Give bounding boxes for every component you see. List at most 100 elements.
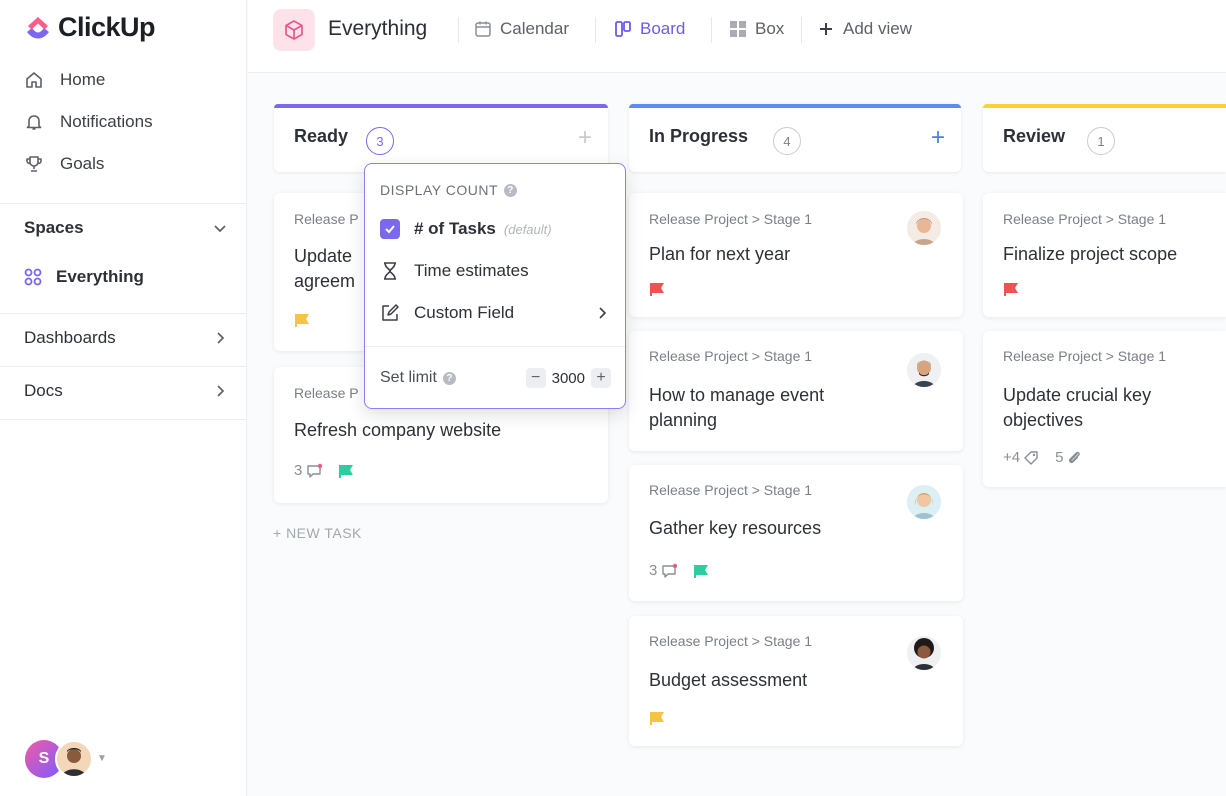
sidebar-divider: [0, 203, 247, 204]
priority-flag-icon[interactable]: [649, 711, 665, 725]
tab-calendar[interactable]: Calendar: [474, 19, 569, 39]
new-task-button[interactable]: + NEW TASK: [273, 525, 362, 541]
sidebar-item-goals[interactable]: Goals: [24, 154, 104, 174]
assignee-avatar[interactable]: [907, 485, 941, 519]
attachment-count-value: 5: [1055, 449, 1064, 466]
task-breadcrumb: Release Project > Stage 1: [649, 348, 813, 364]
priority-flag-icon[interactable]: [338, 464, 354, 478]
sidebar-item-docs[interactable]: Docs: [24, 381, 228, 401]
task-card[interactable]: Release Project > Stage 1 Budget assessm…: [629, 616, 963, 746]
assignee-avatar[interactable]: [907, 353, 941, 387]
sidebar-item-label: Notifications: [60, 112, 153, 131]
sidebar-item-notifications[interactable]: Notifications: [24, 112, 153, 132]
task-title-line: Update: [294, 246, 353, 266]
comment-count[interactable]: 3: [649, 562, 678, 579]
attachment-count[interactable]: 5: [1055, 449, 1082, 466]
sidebar: ClickUp Home Notifications Goals Spaces …: [0, 0, 247, 796]
task-card[interactable]: Release Project > Stage 1 How to manage …: [629, 331, 963, 451]
task-breadcrumb: Release Project > Stage 1: [1003, 211, 1167, 227]
page-title: Everything: [328, 17, 428, 40]
assignee-avatar[interactable]: [907, 636, 941, 670]
toolbar-divider: [595, 17, 596, 43]
hourglass-icon: [384, 262, 396, 280]
limit-value[interactable]: 3000: [552, 370, 585, 387]
assignee-avatar[interactable]: [907, 211, 941, 245]
teammate-avatar[interactable]: [55, 740, 93, 778]
task-card[interactable]: Release Project > Stage 1 Update crucial…: [983, 331, 1226, 487]
popup-header: DISPLAY COUNT ?: [380, 182, 518, 198]
checkbox-checked[interactable]: [380, 219, 400, 239]
plus-icon: [820, 23, 832, 35]
help-icon[interactable]: ?: [442, 371, 456, 385]
edit-icon: [382, 304, 399, 321]
decrement-button[interactable]: −: [525, 368, 546, 388]
column-color-bar: [629, 104, 961, 108]
task-title-line: How to manage event: [649, 385, 825, 405]
priority-flag-icon[interactable]: [693, 564, 709, 578]
add-task-button[interactable]: +: [578, 126, 592, 150]
task-title-line: planning: [649, 410, 718, 430]
task-title: Finalize project scope: [1003, 244, 1178, 264]
column-count-badge[interactable]: 3: [366, 127, 394, 155]
sidebar-item-dashboards[interactable]: Dashboards: [24, 328, 228, 348]
column-count-badge[interactable]: 4: [773, 127, 801, 155]
task-card[interactable]: Release Project > Stage 1 Gather key res…: [629, 465, 963, 601]
toolbar-divider: [801, 17, 802, 43]
tab-board[interactable]: Board: [614, 19, 685, 39]
task-meta: 3: [649, 562, 709, 579]
set-limit-label: Set limit: [380, 369, 437, 386]
option-custom-field[interactable]: Custom Field: [380, 303, 609, 323]
person-avatar-icon: [907, 211, 941, 245]
box-icon: [730, 21, 746, 37]
clickup-logo-icon: [27, 16, 49, 38]
add-view-button[interactable]: Add view: [817, 19, 912, 39]
task-title: Plan for next year: [649, 244, 791, 264]
column-color-bar: [274, 104, 608, 108]
calendar-icon: [475, 21, 491, 37]
task-card[interactable]: Release Project > Stage 1 Plan for next …: [629, 193, 963, 317]
increment-button[interactable]: +: [591, 368, 611, 388]
tab-box[interactable]: Box: [729, 19, 784, 39]
task-meta: 3: [294, 462, 354, 479]
task-title: Budget assessment: [649, 670, 808, 690]
tag-count[interactable]: +4: [1003, 449, 1039, 466]
priority-flag-icon[interactable]: [1003, 282, 1019, 296]
comment-count[interactable]: 3: [294, 462, 323, 479]
person-avatar-icon: [907, 353, 941, 387]
task-title-line: agreem: [294, 271, 356, 291]
task-title-line: objectives: [1003, 410, 1084, 430]
app-name: ClickUp: [58, 12, 156, 42]
sidebar-spaces-header[interactable]: Spaces: [24, 218, 228, 238]
priority-flag-icon[interactable]: [294, 313, 310, 327]
option-task-count[interactable]: # of Tasks (default): [380, 219, 609, 239]
option-time-estimates[interactable]: Time estimates: [380, 261, 609, 281]
board-icon: [615, 21, 631, 37]
column-count-badge[interactable]: 1: [1087, 127, 1115, 155]
column-title: Ready: [294, 126, 349, 146]
trophy-icon: [26, 156, 42, 172]
task-breadcrumb: Release Project > Stage 1: [1003, 348, 1167, 364]
sidebar-item-everything[interactable]: Everything: [24, 267, 144, 287]
default-hint: (default): [503, 221, 552, 237]
task-title: Update crucial key objectives: [1003, 383, 1151, 433]
person-avatar-icon: [907, 636, 941, 670]
help-icon[interactable]: ?: [504, 183, 518, 197]
sidebar-item-home[interactable]: Home: [24, 70, 105, 90]
column-title: Review: [1003, 126, 1066, 146]
comment-count-value: 3: [649, 562, 658, 579]
tag-icon: [1024, 450, 1038, 465]
add-task-button[interactable]: +: [931, 126, 945, 150]
popup-divider: [365, 346, 625, 347]
tab-label: Add view: [843, 19, 912, 38]
limit-stepper[interactable]: − 3000 +: [525, 368, 611, 388]
chevron-down-icon[interactable]: [212, 220, 228, 236]
option-label: Time estimates: [414, 261, 529, 280]
sidebar-divider: [0, 419, 247, 420]
task-card[interactable]: Release Project > Stage 1 Finalize proje…: [983, 193, 1226, 317]
chevron-down-icon[interactable]: ▼: [97, 753, 107, 764]
column-header-review: Review 1: [983, 104, 1226, 172]
priority-flag-icon[interactable]: [649, 282, 665, 296]
clickup-logo[interactable]: ClickUp: [24, 12, 156, 43]
person-avatar-icon: [907, 485, 941, 519]
option-label: Custom Field: [414, 303, 515, 322]
